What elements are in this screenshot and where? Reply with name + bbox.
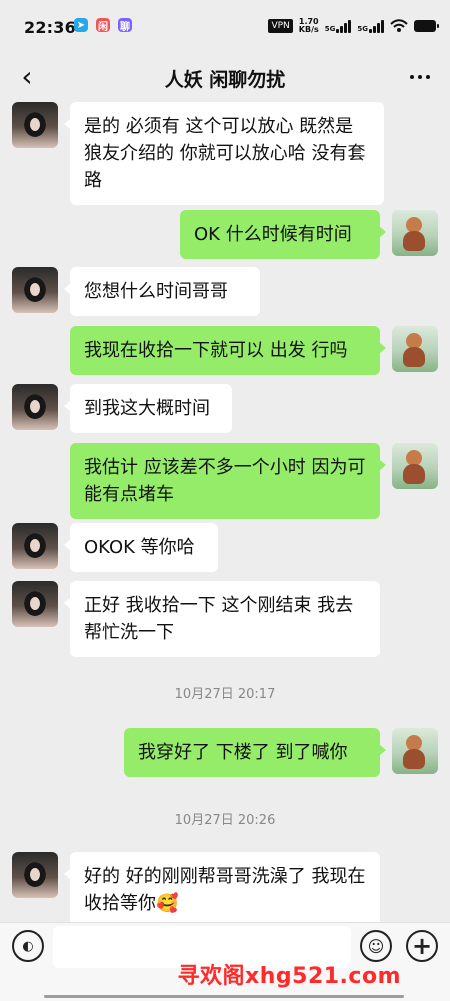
chat-title: 人妖 闲聊勿扰 xyxy=(164,69,286,91)
self-avatar[interactable] xyxy=(392,728,438,774)
watermark-text: 寻欢阁xhg521.com xyxy=(177,964,401,989)
network-label-2: 5G xyxy=(357,24,368,33)
message-row-1: 是的 必须有 这个可以放心 既然是狼友介绍的 你就可以放心哈 没有套路 xyxy=(12,102,384,205)
plus-icon: + xyxy=(411,932,433,960)
self-avatar[interactable] xyxy=(392,210,438,256)
status-bar: 22:36 ➤ 闲 聊 VPN 1.70 KB/s 5G 5G xyxy=(0,0,450,56)
more-icon xyxy=(410,75,414,79)
status-left-icons: ➤ 闲 聊 xyxy=(74,18,132,33)
app-icon-purple: 聊 xyxy=(118,18,132,33)
contact-avatar[interactable] xyxy=(12,384,58,430)
message-bubble-6[interactable]: 我估计 应该差不多一个小时 因为可能有点堵车 xyxy=(70,443,386,519)
network-label-1: 5G xyxy=(324,24,336,33)
timestamp-1: 10月27日 20:17 xyxy=(174,687,276,702)
message-bubble-1[interactable]: 是的 必须有 这个可以放心 既然是狼友介绍的 你就可以放心哈 没有套路 xyxy=(64,102,384,205)
message-row-5: 到我这大概时间 xyxy=(12,384,232,433)
message-row-7: OKOK 等你哈 xyxy=(12,523,218,572)
message-row-6: 我估计 应该差不多一个小时 因为可能有点堵车 xyxy=(70,443,438,519)
message-row-8: 正好 我收拾一下 这个刚结束 我去帮忙洗一下 xyxy=(12,581,380,657)
contact-avatar[interactable] xyxy=(12,852,58,898)
status-right: VPN 1.70 KB/s 5G 5G xyxy=(268,18,439,34)
message-bubble-10[interactable]: 好的 好的刚刚帮哥哥洗澡了 我现在收拾等你🥰 xyxy=(64,852,380,922)
contact-avatar[interactable] xyxy=(12,523,58,569)
contact-avatar[interactable] xyxy=(12,102,58,148)
contact-avatar[interactable] xyxy=(12,267,58,313)
signal-icon-1 xyxy=(336,19,352,33)
network-speed: 1.70 KB/s xyxy=(299,18,319,34)
message-bubble-4[interactable]: 我现在收拾一下就可以 出发 行吗 xyxy=(70,326,386,375)
message-bubble-2[interactable]: OK 什么时候有时间 xyxy=(180,210,386,259)
battery-icon xyxy=(414,20,439,32)
chat-header: ‹ 人妖 闲聊勿扰 xyxy=(0,56,450,100)
chat-area: 是的 必须有 这个可以放心 既然是狼友介绍的 你就可以放心哈 没有套路 OK 什… xyxy=(0,100,450,922)
message-row-9: 我穿好了 下楼了 到了喊你 xyxy=(124,728,438,777)
message-bubble-5[interactable]: 到我这大概时间 xyxy=(64,384,232,433)
signal-icon-2 xyxy=(369,19,384,33)
message-bubble-8[interactable]: 正好 我收拾一下 这个刚结束 我去帮忙洗一下 xyxy=(64,581,380,657)
voice-icon: ◐ xyxy=(22,938,34,954)
signal-5g-1: 5G xyxy=(324,19,352,33)
voice-button[interactable]: ◐ xyxy=(12,930,44,962)
message-row-4: 我现在收拾一下就可以 出发 行吗 xyxy=(70,326,438,375)
message-bubble-3[interactable]: 您想什么时间哥哥 xyxy=(64,267,260,316)
signal-5g-2: 5G xyxy=(357,19,384,33)
navigation-handle xyxy=(44,995,404,998)
self-avatar[interactable] xyxy=(392,326,438,372)
timestamp-2: 10月27日 20:26 xyxy=(174,813,276,828)
composer: ◐ ☺ + 寻欢阁xhg521.com xyxy=(0,922,450,1001)
plus-button[interactable]: + xyxy=(406,930,438,962)
contact-avatar[interactable] xyxy=(12,581,58,627)
status-time: 22:36 xyxy=(24,18,76,37)
network-speed-unit: KB/s xyxy=(298,25,319,34)
app-icon-red: 闲 xyxy=(96,18,110,33)
message-row-3: 您想什么时间哥哥 xyxy=(12,267,260,316)
telegram-icon: ➤ xyxy=(74,18,88,32)
message-row-10: 好的 好的刚刚帮哥哥洗澡了 我现在收拾等你🥰 xyxy=(12,852,380,922)
message-row-2: OK 什么时候有时间 xyxy=(180,210,438,259)
vpn-badge: VPN xyxy=(268,19,293,33)
wifi-icon xyxy=(390,19,408,32)
message-bubble-9[interactable]: 我穿好了 下楼了 到了喊你 xyxy=(124,728,386,777)
emoji-icon: ☺ xyxy=(367,936,385,956)
self-avatar[interactable] xyxy=(392,443,438,489)
message-bubble-7[interactable]: OKOK 等你哈 xyxy=(64,523,218,572)
more-button[interactable] xyxy=(406,67,434,87)
